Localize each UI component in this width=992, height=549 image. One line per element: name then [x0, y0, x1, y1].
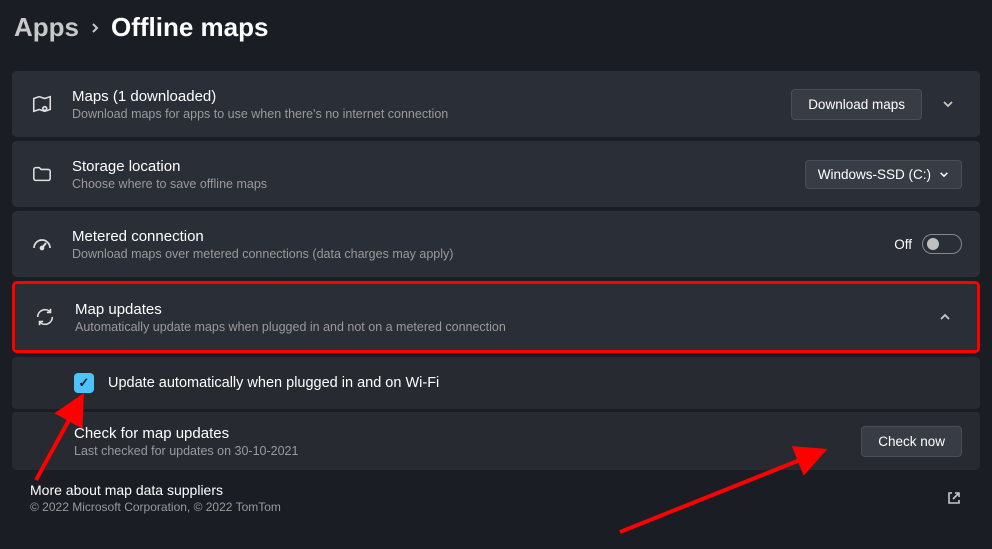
metered-toggle[interactable] [922, 234, 962, 254]
footer-copyright: © 2022 Microsoft Corporation, © 2022 Tom… [30, 500, 946, 514]
storage-title: Storage location [72, 158, 805, 175]
maps-subtitle: Download maps for apps to use when there… [72, 107, 791, 121]
maps-title: Maps (1 downloaded) [72, 88, 791, 105]
storage-subtitle: Choose where to save offline maps [72, 177, 805, 191]
check-now-button[interactable]: Check now [861, 426, 962, 457]
map-updates-title: Map updates [75, 301, 931, 318]
metered-toggle-label: Off [894, 237, 912, 252]
check-updates-text: Check for map updates Last checked for u… [74, 425, 861, 458]
metered-text: Metered connection Download maps over me… [72, 228, 894, 261]
storage-dropdown-value: Windows-SSD (C:) [818, 167, 931, 182]
checkmark-icon: ✓ [79, 375, 90, 391]
footer: More about map data suppliers © 2022 Mic… [12, 474, 980, 514]
breadcrumb-current: Offline maps [111, 12, 268, 43]
breadcrumb-parent[interactable]: Apps [14, 12, 79, 43]
gauge-icon [30, 232, 54, 256]
footer-title: More about map data suppliers [30, 482, 946, 498]
metered-title: Metered connection [72, 228, 894, 245]
chevron-down-icon[interactable] [934, 90, 962, 118]
storage-text: Storage location Choose where to save of… [72, 158, 805, 191]
map-updates-text: Map updates Automatically update maps wh… [75, 301, 931, 334]
map-updates-highlight: Map updates Automatically update maps wh… [12, 281, 980, 353]
map-updates-subtitle: Automatically update maps when plugged i… [75, 320, 931, 334]
metered-row[interactable]: Metered connection Download maps over me… [12, 211, 980, 277]
download-maps-button[interactable]: Download maps [791, 89, 922, 120]
check-updates-title: Check for map updates [74, 425, 861, 442]
chevron-up-icon[interactable] [931, 303, 959, 331]
auto-update-row: ✓ Update automatically when plugged in a… [12, 357, 980, 409]
auto-update-checkbox[interactable]: ✓ [74, 373, 94, 393]
storage-row[interactable]: Storage location Choose where to save of… [12, 141, 980, 207]
maps-text: Maps (1 downloaded) Download maps for ap… [72, 88, 791, 121]
folder-icon [30, 162, 54, 186]
chevron-down-icon [939, 171, 949, 178]
map-updates-row[interactable]: Map updates Automatically update maps wh… [15, 284, 977, 350]
breadcrumb: Apps Offline maps [12, 12, 980, 43]
storage-dropdown[interactable]: Windows-SSD (C:) [805, 160, 962, 189]
map-icon [30, 92, 54, 116]
check-updates-subtitle: Last checked for updates on 30-10-2021 [74, 444, 861, 458]
toggle-knob [927, 238, 939, 250]
footer-text: More about map data suppliers © 2022 Mic… [30, 482, 946, 514]
metered-subtitle: Download maps over metered connections (… [72, 247, 894, 261]
refresh-icon [33, 305, 57, 329]
check-updates-row: Check for map updates Last checked for u… [12, 412, 980, 470]
chevron-right-icon [91, 22, 99, 34]
auto-update-label: Update automatically when plugged in and… [108, 375, 439, 391]
external-link-icon[interactable] [946, 490, 962, 506]
maps-row[interactable]: Maps (1 downloaded) Download maps for ap… [12, 71, 980, 137]
